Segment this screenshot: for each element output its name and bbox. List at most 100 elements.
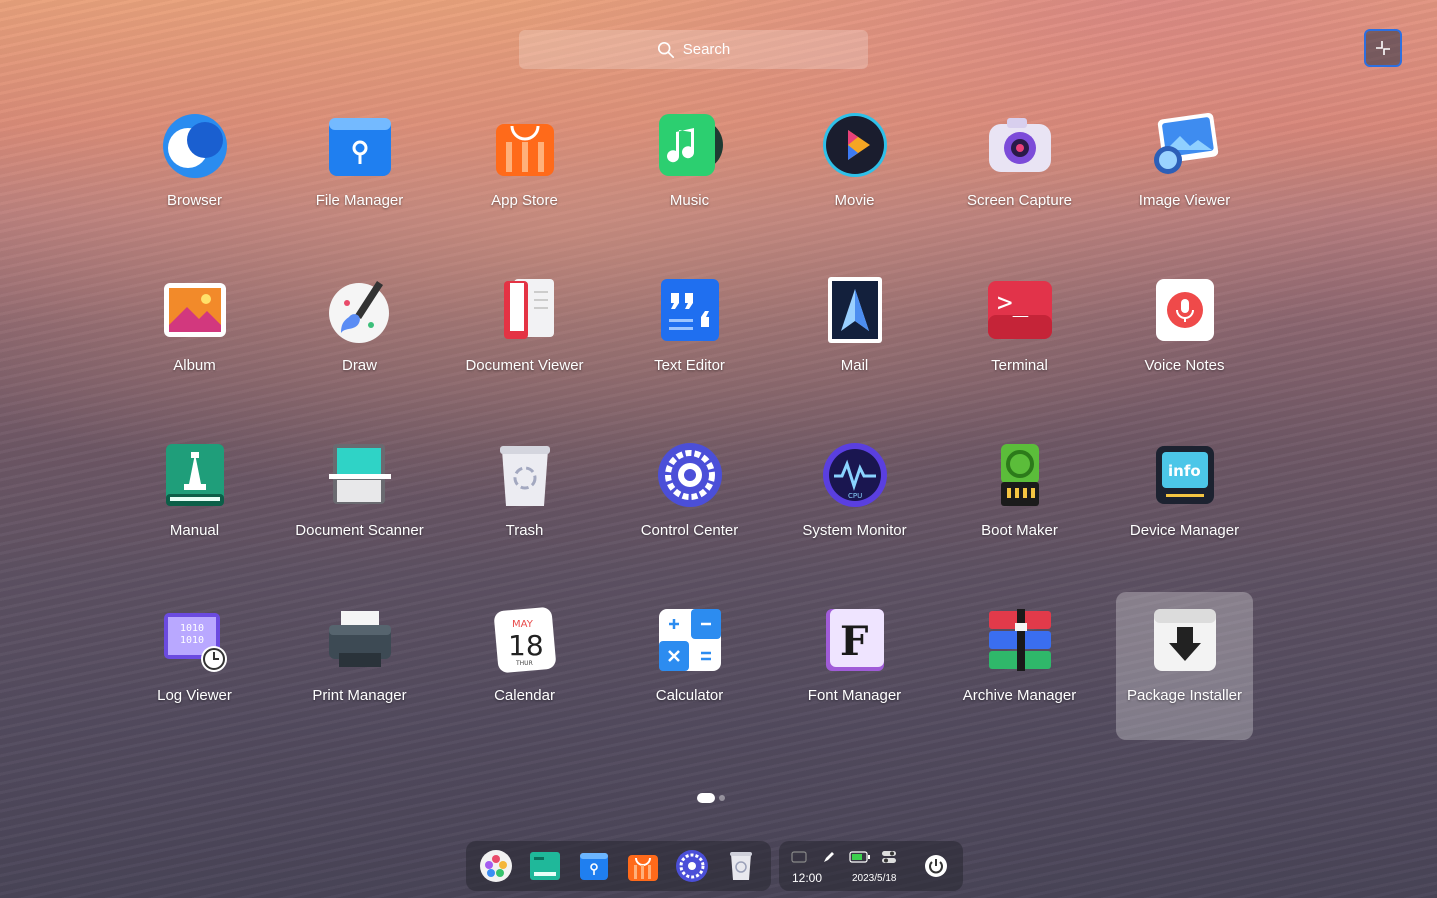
dock: [466, 841, 771, 891]
svg-text:info: info: [1168, 462, 1201, 480]
page-dot-1[interactable]: [697, 793, 715, 803]
document-scanner-icon: [325, 440, 395, 510]
toggle-icon[interactable]: [881, 850, 897, 864]
dock-app-store[interactable]: [625, 848, 661, 884]
app-album[interactable]: Album: [118, 267, 271, 422]
search-icon: [657, 41, 674, 58]
app-label: System Monitor: [802, 522, 907, 539]
collapse-icon: [1376, 41, 1390, 55]
movie-icon: [820, 110, 890, 180]
dock-multitasking[interactable]: [527, 848, 563, 884]
image-viewer-icon: [1150, 110, 1220, 180]
file-manager-icon: [580, 853, 609, 880]
page-indicator: [697, 793, 725, 803]
app-text-editor[interactable]: Text Editor: [613, 267, 766, 422]
log-viewer-icon: 1010 1010: [160, 605, 230, 675]
svg-text:1010: 1010: [180, 635, 204, 646]
app-control-center[interactable]: Control Center: [613, 432, 766, 587]
app-screen-capture[interactable]: Screen Capture: [943, 102, 1096, 257]
app-label: Browser: [166, 192, 222, 209]
app-label: Manual: [169, 522, 220, 539]
app-image-viewer[interactable]: Image Viewer: [1108, 102, 1261, 257]
app-document-scanner[interactable]: Document Scanner: [283, 432, 436, 587]
app-voice-notes[interactable]: Voice Notes: [1108, 267, 1261, 422]
music-icon: [655, 110, 725, 180]
app-package-installer[interactable]: Package Installer: [1116, 592, 1253, 740]
app-label: Control Center: [640, 522, 739, 539]
app-label: Voice Notes: [1144, 357, 1225, 374]
app-label: File Manager: [315, 192, 404, 209]
launcher-icon: [480, 850, 513, 882]
search-placeholder: Search: [682, 41, 731, 58]
dock-control-center[interactable]: [674, 848, 710, 884]
clock-date[interactable]: 2023/5/18: [852, 873, 897, 884]
app-device-manager[interactable]: info Device Manager: [1108, 432, 1261, 587]
app-label: Font Manager: [807, 687, 902, 704]
search-bar[interactable]: Search: [519, 30, 868, 69]
keyboard-icon[interactable]: [791, 850, 807, 864]
app-label: Mail: [840, 357, 869, 374]
draw-icon: [325, 275, 395, 345]
app-app-store[interactable]: App Store: [448, 102, 601, 257]
app-label: Text Editor: [654, 357, 725, 374]
app-document-viewer[interactable]: Document Viewer: [448, 267, 601, 422]
collapse-button[interactable]: [1364, 29, 1402, 67]
trash-icon: [729, 852, 752, 880]
file-manager-icon: [325, 110, 395, 180]
app-archive-manager[interactable]: Archive Manager: [943, 597, 1096, 752]
app-movie[interactable]: Movie: [778, 102, 931, 257]
clock-time[interactable]: 12:00: [792, 871, 822, 885]
app-calculator[interactable]: Calculator: [613, 597, 766, 752]
print-manager-icon: [325, 605, 395, 675]
document-viewer-icon: [490, 275, 560, 345]
app-label: Document Scanner: [295, 522, 424, 539]
app-terminal[interactable]: >_ Terminal: [943, 267, 1096, 422]
archive-manager-icon: [985, 605, 1055, 675]
manual-icon: [160, 440, 230, 510]
app-music[interactable]: Music: [613, 102, 766, 257]
dock-launcher[interactable]: [478, 848, 514, 884]
svg-text:F: F: [840, 618, 868, 665]
app-trash[interactable]: Trash: [448, 432, 601, 587]
app-label: Boot Maker: [981, 522, 1058, 539]
app-grid: Browser File Manager App Store Music Movie Sc…: [112, 102, 1267, 762]
app-store-icon: [627, 855, 658, 881]
mail-icon: [820, 275, 890, 345]
app-print-manager[interactable]: Print Manager: [283, 597, 436, 752]
svg-text:CPU: CPU: [848, 492, 862, 500]
app-browser[interactable]: Browser: [118, 102, 271, 257]
app-file-manager[interactable]: File Manager: [283, 102, 436, 257]
app-manual[interactable]: Manual: [118, 432, 271, 587]
control-center-icon: [675, 850, 708, 882]
multitasking-icon: [530, 852, 561, 880]
app-label: Log Viewer: [157, 687, 232, 704]
app-mail[interactable]: Mail: [778, 267, 931, 422]
app-system-monitor[interactable]: CPU System Monitor: [778, 432, 931, 587]
page-dot-2[interactable]: [719, 795, 725, 801]
font-manager-icon: F: [820, 605, 890, 675]
dock-trash[interactable]: [723, 848, 759, 884]
app-label: Calendar: [494, 687, 555, 704]
app-label: App Store: [491, 192, 558, 209]
app-label: Terminal: [991, 357, 1048, 374]
boot-maker-icon: [985, 440, 1055, 510]
svg-text:THUR: THUR: [515, 660, 533, 667]
app-draw[interactable]: Draw: [283, 267, 436, 422]
app-label: Device Manager: [1129, 522, 1240, 539]
calendar-icon: MAY 18 THUR: [490, 605, 560, 675]
app-calendar[interactable]: MAY 18 THUR Calendar: [448, 597, 601, 752]
dock-file-manager[interactable]: [576, 848, 612, 884]
app-label: Package Installer: [1126, 687, 1243, 704]
app-log-viewer[interactable]: 1010 1010 Log Viewer: [118, 597, 271, 752]
battery-icon[interactable]: [849, 850, 871, 864]
power-icon[interactable]: [924, 854, 948, 878]
browser-icon: [160, 110, 230, 180]
app-font-manager[interactable]: F Font Manager: [778, 597, 931, 752]
pen-icon[interactable]: [821, 850, 837, 864]
voice-notes-icon: [1150, 275, 1220, 345]
system-monitor-icon: CPU: [820, 440, 890, 510]
svg-text:>_: >_: [997, 288, 1029, 318]
app-boot-maker[interactable]: Boot Maker: [943, 432, 1096, 587]
app-label: Album: [173, 357, 216, 374]
app-store-icon: [490, 110, 560, 180]
